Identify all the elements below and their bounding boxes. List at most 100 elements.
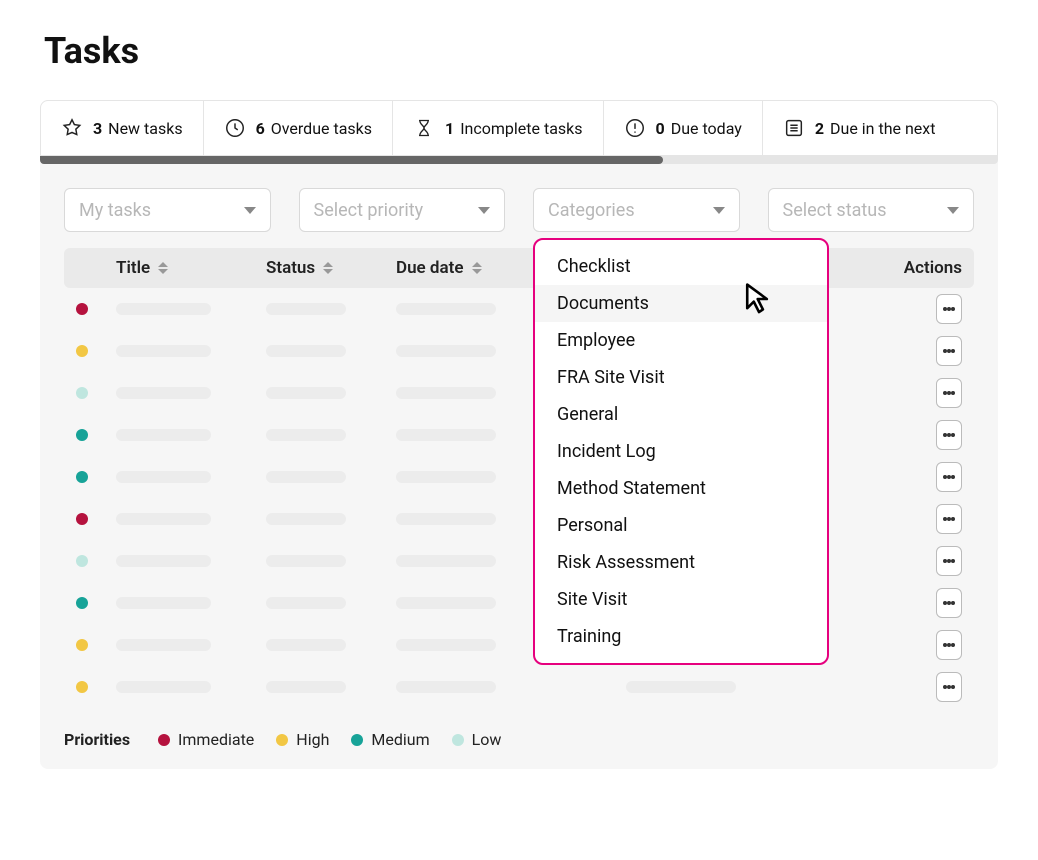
placeholder — [396, 387, 496, 399]
placeholder — [626, 681, 736, 693]
placeholder — [116, 555, 211, 567]
row-actions-button[interactable] — [936, 420, 962, 450]
table-row[interactable] — [64, 666, 974, 708]
placeholder — [266, 513, 346, 525]
dropdown-item[interactable]: Risk Assessment — [535, 544, 827, 581]
priority-dot — [76, 597, 88, 609]
row-actions-button[interactable] — [936, 588, 962, 618]
row-actions-button[interactable] — [936, 672, 962, 702]
priority-dot — [76, 639, 88, 651]
row-actions-button[interactable] — [936, 462, 962, 492]
filter-categories[interactable]: Categories — [533, 188, 740, 232]
table-row[interactable] — [64, 624, 974, 666]
legend-label: High — [296, 730, 329, 749]
table-row[interactable] — [64, 540, 974, 582]
table-row[interactable] — [64, 372, 974, 414]
col-label: Actions — [904, 258, 962, 278]
stat-text: 0 Due today — [656, 119, 742, 138]
stat-item[interactable]: 2 Due in the next — [763, 101, 956, 155]
filter-priority[interactable]: Select priority — [299, 188, 506, 232]
col-title[interactable]: Title — [116, 258, 266, 278]
row-actions-button[interactable] — [936, 294, 962, 324]
placeholder — [266, 639, 346, 651]
priority-dot — [76, 345, 88, 357]
placeholder — [266, 345, 346, 357]
row-actions-button[interactable] — [936, 504, 962, 534]
placeholder — [396, 597, 496, 609]
legend-item: Low — [452, 730, 502, 749]
alert-icon — [624, 117, 646, 139]
dropdown-item[interactable]: General — [535, 396, 827, 433]
stats-strip: 3 New tasks 6 Overdue tasks 1 Incomplete t… — [40, 100, 998, 156]
table-row[interactable] — [64, 288, 974, 330]
hourglass-icon — [413, 117, 435, 139]
stat-text: 2 Due in the next — [815, 119, 936, 138]
table-row[interactable] — [64, 456, 974, 498]
priority-dot — [76, 429, 88, 441]
placeholder — [396, 639, 496, 651]
priority-dot — [452, 734, 464, 746]
placeholder — [116, 639, 211, 651]
placeholder — [396, 303, 496, 315]
stat-item[interactable]: 3 New tasks — [41, 101, 204, 155]
table-row[interactable] — [64, 330, 974, 372]
row-actions-button[interactable] — [936, 378, 962, 408]
dropdown-item[interactable]: Documents — [535, 285, 827, 322]
col-label: Status — [266, 258, 315, 278]
priority-dot — [158, 734, 170, 746]
placeholder — [116, 345, 211, 357]
priority-dot — [276, 734, 288, 746]
sort-icon — [472, 262, 482, 274]
chevron-down-icon — [713, 207, 725, 214]
table-row[interactable] — [64, 414, 974, 456]
col-status[interactable]: Status — [266, 258, 396, 278]
placeholder — [396, 345, 496, 357]
sort-icon — [158, 262, 168, 274]
filter-my-tasks[interactable]: My tasks — [64, 188, 271, 232]
placeholder — [116, 387, 211, 399]
star-icon — [61, 117, 83, 139]
legend-label: Immediate — [178, 730, 254, 749]
legend-item: Medium — [351, 730, 429, 749]
priority-dot — [351, 734, 363, 746]
stat-text: 1 Incomplete tasks — [445, 119, 582, 138]
dropdown-item[interactable]: Personal — [535, 507, 827, 544]
priority-dot — [76, 387, 88, 399]
tasks-panel: 3 New tasks 6 Overdue tasks 1 Incomplete t… — [40, 100, 998, 769]
placeholder — [266, 387, 346, 399]
filter-label: Categories — [548, 200, 635, 221]
dropdown-item[interactable]: Method Statement — [535, 470, 827, 507]
col-label: Title — [116, 258, 150, 278]
row-actions-button[interactable] — [936, 546, 962, 576]
placeholder — [396, 513, 496, 525]
filter-label: Select status — [783, 200, 887, 221]
stat-item[interactable]: 1 Incomplete tasks — [393, 101, 603, 155]
dropdown-item[interactable]: Incident Log — [535, 433, 827, 470]
chevron-down-icon — [947, 207, 959, 214]
col-label: Due date — [396, 258, 464, 278]
stat-item[interactable]: 6 Overdue tasks — [204, 101, 393, 155]
filters-row: My tasks Select priority Categories Sele… — [40, 164, 998, 248]
priority-dot — [76, 303, 88, 315]
dropdown-item[interactable]: Training — [535, 618, 827, 655]
chevron-down-icon — [244, 207, 256, 214]
table-row[interactable] — [64, 498, 974, 540]
placeholder — [266, 597, 346, 609]
table-row[interactable] — [64, 582, 974, 624]
categories-dropdown[interactable]: ChecklistDocumentsEmployeeFRA Site Visit… — [533, 238, 829, 665]
row-actions-button[interactable] — [936, 336, 962, 366]
chevron-down-icon — [478, 207, 490, 214]
dropdown-item[interactable]: Site Visit — [535, 581, 827, 618]
stat-item[interactable]: 0 Due today — [604, 101, 763, 155]
stat-text: 3 New tasks — [93, 119, 183, 138]
dropdown-item[interactable]: Checklist — [535, 248, 827, 285]
placeholder — [116, 429, 211, 441]
filter-label: Select priority — [314, 200, 424, 221]
list-icon — [783, 117, 805, 139]
row-actions-button[interactable] — [936, 630, 962, 660]
dropdown-item[interactable]: Employee — [535, 322, 827, 359]
filter-status[interactable]: Select status — [768, 188, 975, 232]
placeholder — [266, 429, 346, 441]
placeholder — [266, 471, 346, 483]
dropdown-item[interactable]: FRA Site Visit — [535, 359, 827, 396]
